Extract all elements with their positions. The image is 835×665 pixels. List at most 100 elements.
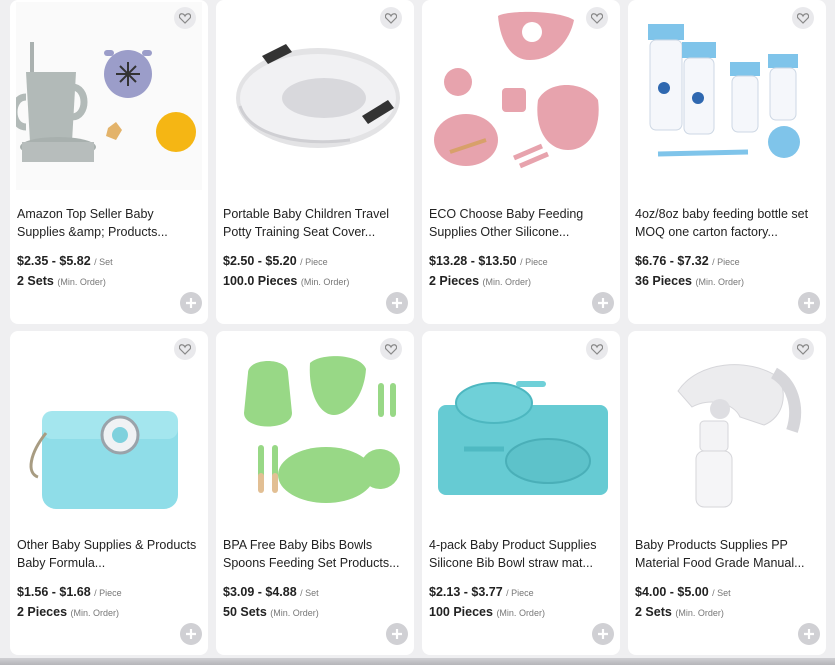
moq-note: (Min. Order)	[675, 608, 724, 618]
product-title[interactable]: 4-pack Baby Product Supplies Silicone Bi…	[429, 536, 613, 572]
product-title[interactable]: 4oz/8oz baby feeding bottle set MOQ one …	[635, 205, 819, 241]
moq-note: (Min. Order)	[270, 608, 319, 618]
heart-icon	[385, 12, 397, 24]
product-card[interactable]: 4-pack Baby Product Supplies Silicone Bi…	[422, 331, 620, 655]
product-price: $4.00 - $5.00 / Set	[635, 585, 731, 599]
add-button[interactable]	[798, 292, 820, 314]
favorite-button[interactable]	[174, 7, 196, 29]
product-price: $6.76 - $7.32 / Piece	[635, 254, 740, 268]
price-unit: / Piece	[94, 588, 122, 598]
plus-icon	[804, 629, 814, 639]
moq-value: 100.0 Pieces	[223, 274, 298, 288]
moq-note: (Min. Order)	[300, 277, 350, 287]
min-order: 2 Sets (Min. Order)	[635, 605, 724, 619]
add-button[interactable]	[180, 292, 202, 314]
product-title[interactable]: Baby Products Supplies PP Material Food …	[635, 536, 819, 572]
price-range: $3.09 - $4.88	[223, 585, 297, 599]
product-card[interactable]: 4oz/8oz baby feeding bottle set MOQ one …	[628, 0, 826, 324]
moq-value: 2 Pieces	[17, 605, 68, 619]
product-image[interactable]	[16, 333, 202, 521]
product-image[interactable]	[428, 2, 614, 190]
product-card[interactable]: Baby Products Supplies PP Material Food …	[628, 331, 826, 655]
favorite-button[interactable]	[792, 7, 814, 29]
moq-value: 50 Sets	[223, 605, 267, 619]
moq-note: (Min. Order)	[70, 608, 120, 618]
add-button[interactable]	[386, 623, 408, 645]
heart-icon	[797, 12, 809, 24]
price-range: $2.50 - $5.20	[223, 254, 297, 268]
product-title[interactable]: BPA Free Baby Bibs Bowls Spoons Feeding …	[223, 536, 407, 572]
favorite-button[interactable]	[586, 7, 608, 29]
min-order: 2 Pieces (Min. Order)	[17, 605, 119, 619]
heart-icon	[385, 343, 397, 355]
add-button[interactable]	[386, 292, 408, 314]
favorite-button[interactable]	[380, 338, 402, 360]
product-card[interactable]: ECO Choose Baby Feeding Supplies Other S…	[422, 0, 620, 324]
product-price: $1.56 - $1.68 / Piece	[17, 585, 122, 599]
moq-value: 2 Sets	[635, 605, 672, 619]
plus-icon	[598, 629, 608, 639]
plus-icon	[804, 298, 814, 308]
price-unit: / Set	[300, 588, 319, 598]
product-price: $13.28 - $13.50 / Piece	[429, 254, 548, 268]
product-grid: Amazon Top Seller Baby Supplies &amp; Pr…	[10, 0, 826, 655]
price-unit: / Piece	[300, 257, 328, 267]
moq-value: 100 Pieces	[429, 605, 493, 619]
min-order: 50 Sets (Min. Order)	[223, 605, 319, 619]
add-button[interactable]	[592, 623, 614, 645]
product-image[interactable]	[222, 2, 408, 190]
heart-icon	[591, 343, 603, 355]
price-unit: / Set	[94, 257, 113, 267]
product-card[interactable]: Amazon Top Seller Baby Supplies &amp; Pr…	[10, 0, 208, 324]
plus-icon	[392, 298, 402, 308]
product-image[interactable]	[428, 333, 614, 521]
add-button[interactable]	[180, 623, 202, 645]
min-order: 2 Sets (Min. Order)	[17, 274, 106, 288]
product-image[interactable]	[634, 2, 820, 190]
product-image[interactable]	[16, 2, 202, 190]
price-range: $13.28 - $13.50	[429, 254, 517, 268]
min-order: 36 Pieces (Min. Order)	[635, 274, 744, 288]
favorite-button[interactable]	[792, 338, 814, 360]
moq-note: (Min. Order)	[695, 277, 744, 287]
moq-note: (Min. Order)	[496, 608, 545, 618]
moq-value: 36 Pieces	[635, 274, 692, 288]
moq-note: (Min. Order)	[57, 277, 106, 287]
favorite-button[interactable]	[380, 7, 402, 29]
price-range: $2.35 - $5.82	[17, 254, 91, 268]
product-price: $3.09 - $4.88 / Set	[223, 585, 319, 599]
heart-icon	[179, 12, 191, 24]
price-unit: / Piece	[506, 588, 534, 598]
price-unit: / Piece	[712, 257, 740, 267]
moq-value: 2 Sets	[17, 274, 54, 288]
plus-icon	[598, 298, 608, 308]
product-image[interactable]	[222, 333, 408, 521]
add-button[interactable]	[592, 292, 614, 314]
heart-icon	[591, 12, 603, 24]
price-range: $1.56 - $1.68	[17, 585, 91, 599]
price-unit: / Piece	[520, 257, 548, 267]
product-card[interactable]: BPA Free Baby Bibs Bowls Spoons Feeding …	[216, 331, 414, 655]
product-price: $2.50 - $5.20 / Piece	[223, 254, 328, 268]
min-order: 100.0 Pieces (Min. Order)	[223, 274, 349, 288]
product-title[interactable]: Portable Baby Children Travel Potty Trai…	[223, 205, 407, 241]
plus-icon	[392, 629, 402, 639]
favorite-button[interactable]	[586, 338, 608, 360]
product-title[interactable]: Other Baby Supplies & Products Baby Form…	[17, 536, 201, 572]
plus-icon	[186, 298, 196, 308]
product-card[interactable]: Other Baby Supplies & Products Baby Form…	[10, 331, 208, 655]
price-range: $2.13 - $3.77	[429, 585, 503, 599]
product-title[interactable]: ECO Choose Baby Feeding Supplies Other S…	[429, 205, 613, 241]
add-button[interactable]	[798, 623, 820, 645]
moq-value: 2 Pieces	[429, 274, 480, 288]
product-image[interactable]	[634, 333, 820, 521]
product-card[interactable]: Portable Baby Children Travel Potty Trai…	[216, 0, 414, 324]
moq-note: (Min. Order)	[482, 277, 532, 287]
favorite-button[interactable]	[174, 338, 196, 360]
min-order: 2 Pieces (Min. Order)	[429, 274, 531, 288]
product-title[interactable]: Amazon Top Seller Baby Supplies &amp; Pr…	[17, 205, 201, 241]
plus-icon	[186, 629, 196, 639]
heart-icon	[179, 343, 191, 355]
heart-icon	[797, 343, 809, 355]
min-order: 100 Pieces (Min. Order)	[429, 605, 545, 619]
